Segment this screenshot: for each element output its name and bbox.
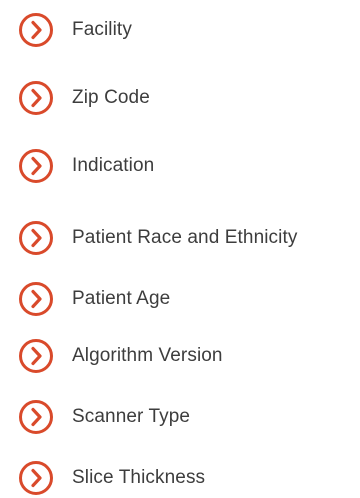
filter-item-zip-code[interactable]: Zip Code <box>18 78 150 118</box>
filter-label-zip-code: Zip Code <box>72 87 150 108</box>
filter-item-patient-age[interactable]: Patient Age <box>18 279 170 319</box>
filter-label-algorithm-version: Algorithm Version <box>72 345 223 366</box>
chevron-right-circle-icon[interactable] <box>18 148 54 184</box>
filter-label-indication: Indication <box>72 155 155 176</box>
filter-item-algorithm-version[interactable]: Algorithm Version <box>18 336 223 376</box>
chevron-right-circle-icon[interactable] <box>18 460 54 496</box>
filter-label-patient-race-ethnicity: Patient Race and Ethnicity <box>72 227 298 248</box>
chevron-right-circle-icon[interactable] <box>18 281 54 317</box>
filter-label-facility: Facility <box>72 19 132 40</box>
filter-list: Facility Zip Code Indication Patient Rac… <box>0 0 360 495</box>
chevron-right-circle-icon[interactable] <box>18 338 54 374</box>
chevron-right-circle-icon[interactable] <box>18 399 54 435</box>
filter-item-patient-race-ethnicity[interactable]: Patient Race and Ethnicity <box>18 218 297 258</box>
filter-label-scanner-type: Scanner Type <box>72 406 191 427</box>
filter-label-slice-thickness: Slice Thickness <box>72 467 206 488</box>
filter-item-scanner-type[interactable]: Scanner Type <box>18 397 190 437</box>
filter-item-slice-thickness[interactable]: Slice Thickness <box>18 458 205 498</box>
filter-label-patient-age: Patient Age <box>72 288 171 309</box>
filter-item-indication[interactable]: Indication <box>18 146 154 186</box>
filter-item-facility[interactable]: Facility <box>18 10 132 50</box>
chevron-right-circle-icon[interactable] <box>18 220 54 256</box>
chevron-right-circle-icon[interactable] <box>18 12 54 48</box>
chevron-right-circle-icon[interactable] <box>18 80 54 116</box>
